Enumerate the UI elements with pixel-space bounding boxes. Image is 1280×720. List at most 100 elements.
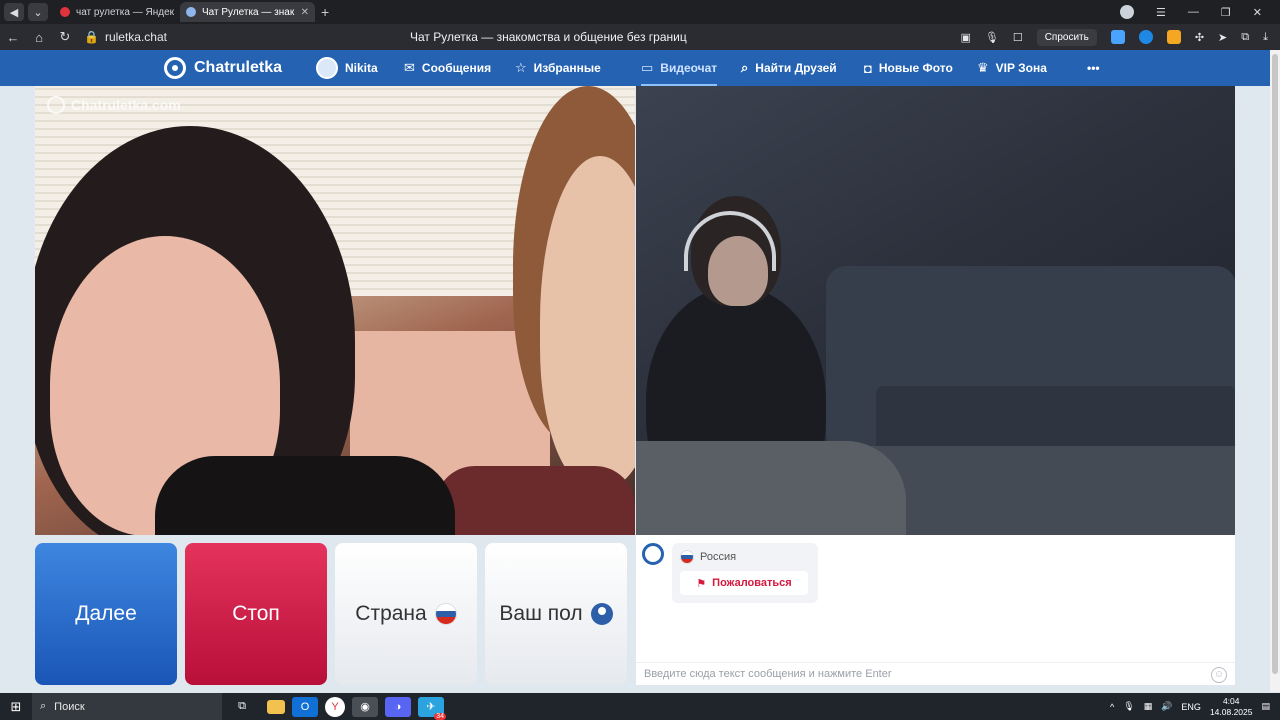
page-scrollbar[interactable] — [1270, 50, 1280, 692]
clock-date: 14.08.2025 — [1209, 706, 1253, 717]
nav-messages[interactable]: ✉ Сообщения — [404, 50, 491, 86]
home-icon[interactable]: ⌂ — [26, 30, 52, 45]
chatruletka-favicon-icon — [186, 7, 196, 17]
chat-input-placeholder: Введите сюда текст сообщения и нажмите E… — [644, 668, 892, 680]
tray-volume-icon[interactable]: 🔊 — [1161, 701, 1172, 712]
search-icon: ⌕ — [40, 700, 47, 712]
extensions-puzzle-icon[interactable]: ✣ — [1195, 31, 1204, 44]
nav-label: Сообщения — [421, 61, 492, 75]
stop-label: Стоп — [232, 602, 280, 625]
nav-label: Видеочат — [660, 61, 718, 75]
extension-orange-icon[interactable] — [1166, 30, 1181, 44]
cursor-icon[interactable]: ➤ — [1218, 31, 1227, 44]
scrollbar-thumb[interactable] — [1272, 54, 1278, 674]
partner-country: Россия — [680, 550, 736, 564]
minimize-icon[interactable]: — — [1188, 6, 1199, 18]
site-logo[interactable]: Chatruletka — [164, 57, 282, 79]
taskbar-search-label: Поиск — [54, 700, 85, 713]
country-button[interactable]: Страна — [335, 543, 477, 685]
emoji-icon[interactable]: ☺ — [1211, 667, 1227, 683]
window-controls: ☰ — ❐ ✕ — [1120, 5, 1280, 19]
chat-logo-icon — [642, 543, 664, 565]
taskbar-search[interactable]: ⌕ Поиск — [32, 693, 222, 720]
report-label: Пожаловаться — [712, 577, 792, 589]
site-header: Chatruletka Nikita ✉ Сообщения ☆ Избранн… — [0, 50, 1270, 86]
yandex-browser-icon[interactable]: Y — [325, 696, 345, 717]
tab-list-chevron-icon[interactable]: ⌄ — [28, 3, 48, 21]
flag-report-icon: ⚑ — [696, 577, 707, 590]
blanket — [636, 441, 906, 535]
telegram-icon[interactable]: ✈ 34 — [418, 696, 446, 720]
taskbar: ⊞ ⌕ Поиск ⧉ O Y ◉ ◑ ✈ 34 ^ 🎙 ▦ 🔊 ENG 4:04… — [0, 693, 1280, 720]
app-red-icon[interactable]: ◉ — [352, 696, 378, 717]
camera-permission-icon[interactable]: ▣ — [960, 31, 970, 44]
address-bar-tools: ▣ 🎙 ☐ Спросить ✣ ➤ ⧉ ⤓ — [960, 28, 1280, 46]
menu-icon[interactable]: ☰ — [1156, 6, 1166, 19]
chat-panel: Россия ⚑ Пожаловаться Введите сюда текст… — [636, 535, 1235, 685]
outlook-icon[interactable]: O — [292, 696, 318, 717]
new-tab-button[interactable]: + — [321, 4, 329, 20]
restore-icon[interactable]: ❐ — [1221, 6, 1231, 19]
russia-flag-icon — [434, 603, 457, 625]
nav-profile[interactable]: Nikita — [316, 50, 378, 86]
extension-browser-icon[interactable] — [1138, 30, 1153, 44]
video-camera-icon: ▭ — [641, 60, 654, 75]
person-left-top — [155, 456, 455, 535]
logo-icon — [164, 57, 186, 79]
reload-icon[interactable]: ↻ — [52, 29, 78, 45]
address-bar: ← ⌂ ↻ 🔒 ruletka.chat Чат Рулетка — знако… — [0, 24, 1280, 50]
chat-message-input[interactable]: Введите сюда текст сообщения и нажмите E… — [636, 662, 1235, 685]
yandex-favicon-icon — [60, 7, 70, 17]
tray-clock[interactable]: 4:04 14.08.2025 — [1210, 696, 1253, 718]
close-window-icon[interactable]: ✕ — [1253, 6, 1262, 19]
lock-icon: 🔒 — [84, 30, 99, 44]
browser-tab[interactable]: чат рулетка — Яндекс: н — [54, 2, 174, 22]
tray-mic-icon[interactable]: 🎙 — [1123, 701, 1134, 712]
gender-label: Ваш пол — [499, 602, 583, 625]
browser-tab-active[interactable]: Чат Рулетка — знак ✕ — [180, 2, 315, 22]
watermark-logo-icon — [47, 96, 65, 114]
discord-icon[interactable]: ◑ — [385, 696, 411, 717]
nav-label: Nikita — [345, 61, 378, 75]
file-explorer-icon[interactable] — [267, 699, 285, 714]
tab-close-icon[interactable]: ✕ — [301, 7, 309, 18]
russia-flag-icon — [680, 550, 694, 564]
nav-new-photos[interactable]: ◘ Новые Фото — [864, 50, 953, 86]
crown-icon: ♛ — [977, 60, 989, 75]
page-title: Чат Рулетка — знакомства и общение без г… — [410, 30, 687, 44]
download-icon[interactable]: ⤓ — [1263, 31, 1268, 44]
nav-label: Новые Фото — [878, 61, 953, 75]
tray-network-icon[interactable]: ▦ — [1144, 701, 1153, 712]
task-view-icon[interactable]: ⧉ — [229, 697, 255, 717]
ask-ai-button[interactable]: Спросить — [1036, 28, 1097, 46]
partner-video — [636, 86, 1235, 535]
notifications-icon[interactable]: ▤ — [1261, 701, 1270, 712]
tray-language[interactable]: ENG — [1181, 702, 1201, 712]
next-button[interactable]: Далее — [35, 543, 177, 685]
nav-videochat[interactable]: ▭ Видеочат — [641, 50, 718, 86]
tab-title: чат рулетка — Яндекс: н — [76, 6, 174, 18]
browser-tab-strip: ◀ ⌄ чат рулетка — Яндекс: н Чат Рулетка … — [0, 0, 1280, 24]
screenshot-icon[interactable]: ⧉ — [1241, 31, 1249, 44]
next-label: Далее — [75, 602, 137, 625]
nav-find-friends[interactable]: ⌕ Найти Друзей — [741, 50, 837, 86]
clock-time: 4:04 — [1222, 695, 1240, 706]
mic-permission-icon[interactable]: 🎙 — [985, 31, 999, 44]
camera-icon: ◘ — [864, 60, 872, 76]
bookmark-icon[interactable]: ☐ — [1013, 31, 1023, 44]
gender-button[interactable]: Ваш пол — [485, 543, 627, 685]
nav-more[interactable]: ••• — [1087, 50, 1100, 86]
extension-translate-icon[interactable] — [1110, 30, 1125, 44]
nav-vip[interactable]: ♛ VIP Зона — [977, 50, 1047, 86]
nav-favorites[interactable]: ☆ Избранные — [515, 50, 601, 86]
windows-start-icon[interactable]: ⊞ — [0, 699, 32, 715]
back-icon[interactable]: ← — [0, 30, 26, 45]
profile-avatar-icon[interactable] — [1120, 5, 1135, 19]
tab-audio-icon[interactable]: ◀ — [4, 3, 24, 21]
stop-button[interactable]: Стоп — [185, 543, 327, 685]
report-button[interactable]: ⚑ Пожаловаться — [680, 571, 808, 595]
url-field[interactable]: 🔒 ruletka.chat — [84, 30, 167, 44]
nav-label: Избранные — [533, 61, 601, 75]
tray-chevron-icon[interactable]: ^ — [1110, 702, 1114, 712]
url-text: ruletka.chat — [104, 30, 167, 44]
